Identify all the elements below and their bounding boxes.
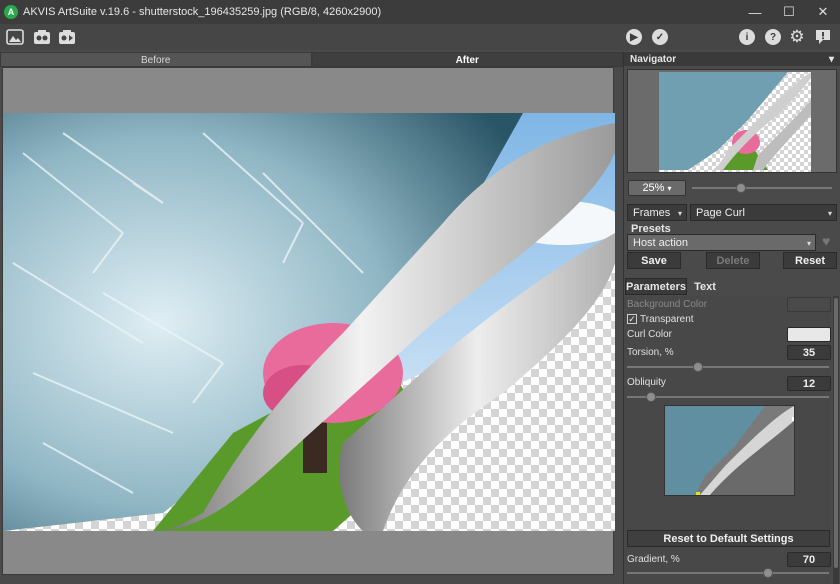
- tab-before[interactable]: Before: [0, 52, 312, 67]
- toolbar: ▶ ✓ i ? ⚙: [0, 24, 840, 50]
- batch-icon[interactable]: [33, 28, 51, 46]
- tab-after[interactable]: After: [311, 52, 623, 67]
- view-tabs: Before After: [0, 52, 623, 67]
- gradient-slider-handle[interactable]: [763, 568, 774, 578]
- tab-text[interactable]: Text: [690, 278, 720, 295]
- transparent-checkbox[interactable]: ✓: [627, 314, 637, 324]
- tab-parameters[interactable]: Parameters: [625, 278, 687, 295]
- feedback-icon[interactable]: [814, 28, 832, 46]
- chevron-down-icon: ▾: [677, 209, 682, 218]
- category-dropdown[interactable]: Frames ▾: [627, 204, 687, 221]
- result-image: [3, 113, 615, 531]
- delete-preset-button[interactable]: Delete: [706, 252, 760, 269]
- navigator-menu-icon[interactable]: ▾: [829, 54, 834, 65]
- torsion-label: Torsion, %: [627, 347, 674, 358]
- torsion-slider-handle[interactable]: [692, 362, 703, 372]
- parameters-scrollbar[interactable]: [833, 296, 839, 584]
- curl-color-label: Curl Color: [627, 329, 673, 340]
- gradient-slider[interactable]: [627, 572, 829, 574]
- background-color-label: Background Color: [627, 299, 708, 310]
- settings-icon[interactable]: ⚙: [788, 27, 806, 46]
- preset-dropdown[interactable]: Host action ▾: [627, 234, 816, 251]
- title-bar: A AKVIS ArtSuite v.19.6 - shutterstock_1…: [0, 0, 840, 24]
- settings-panel: Navigator ▾ 25% ▾ Frames ▾ Page Curl ▾ P…: [623, 52, 840, 584]
- zoom-value: 25%: [642, 182, 665, 194]
- favorite-heart-icon[interactable]: ♥: [822, 233, 830, 249]
- maximize-button[interactable]: ☐: [772, 0, 806, 24]
- zoom-dropdown[interactable]: 25% ▾: [628, 180, 686, 196]
- zoom-row: 25% ▾: [628, 180, 837, 196]
- navigator-preview[interactable]: [627, 69, 837, 173]
- chevron-down-icon: ▾: [827, 209, 832, 218]
- navigator-title: Navigator: [630, 53, 677, 65]
- parameter-tabs: Parameters Text: [624, 278, 840, 296]
- chevron-down-icon: ▾: [667, 183, 672, 193]
- gradient-value[interactable]: 70: [787, 552, 831, 567]
- reset-preset-button[interactable]: Reset: [783, 252, 837, 269]
- obliquity-label: Obliquity: [627, 377, 666, 388]
- reset-default-settings-button[interactable]: Reset to Default Settings: [627, 530, 830, 547]
- obliquity-slider-handle[interactable]: [646, 392, 657, 402]
- help-icon[interactable]: ?: [764, 28, 782, 46]
- obliquity-value[interactable]: 12: [787, 376, 831, 391]
- scrollbar-thumb[interactable]: [834, 298, 838, 568]
- effect-dropdown[interactable]: Page Curl ▾: [690, 204, 837, 221]
- gradient-preview[interactable]: [664, 405, 796, 496]
- curl-color-swatch[interactable]: [787, 327, 831, 342]
- effect-value: Page Curl: [696, 206, 745, 219]
- category-value: Frames: [633, 206, 671, 219]
- close-button[interactable]: ✕: [806, 0, 840, 24]
- image-canvas[interactable]: [2, 67, 615, 575]
- minimize-button[interactable]: —: [738, 0, 772, 24]
- open-image-icon[interactable]: [6, 28, 24, 46]
- run-icon[interactable]: ▶: [625, 28, 643, 46]
- apply-icon[interactable]: ✓: [651, 28, 669, 46]
- akvis-logo-icon: A: [4, 5, 18, 19]
- window-title: AKVIS ArtSuite v.19.6 - shutterstock_196…: [23, 6, 382, 18]
- save-preset-button[interactable]: Save: [627, 252, 681, 269]
- background-color-swatch[interactable]: [787, 297, 831, 312]
- chevron-down-icon: ▾: [806, 239, 811, 248]
- zoom-slider-handle[interactable]: [736, 183, 746, 193]
- info-icon[interactable]: i: [738, 28, 756, 46]
- zoom-slider[interactable]: [692, 187, 832, 189]
- obliquity-slider[interactable]: [627, 396, 829, 398]
- torsion-value[interactable]: 35: [787, 345, 831, 360]
- transparent-label: Transparent: [640, 314, 694, 325]
- preset-value: Host action: [633, 236, 689, 249]
- preset-icon[interactable]: [58, 28, 76, 46]
- gradient-label: Gradient, %: [627, 554, 680, 565]
- torsion-slider[interactable]: [627, 366, 829, 368]
- navigator-header: Navigator ▾: [624, 52, 840, 66]
